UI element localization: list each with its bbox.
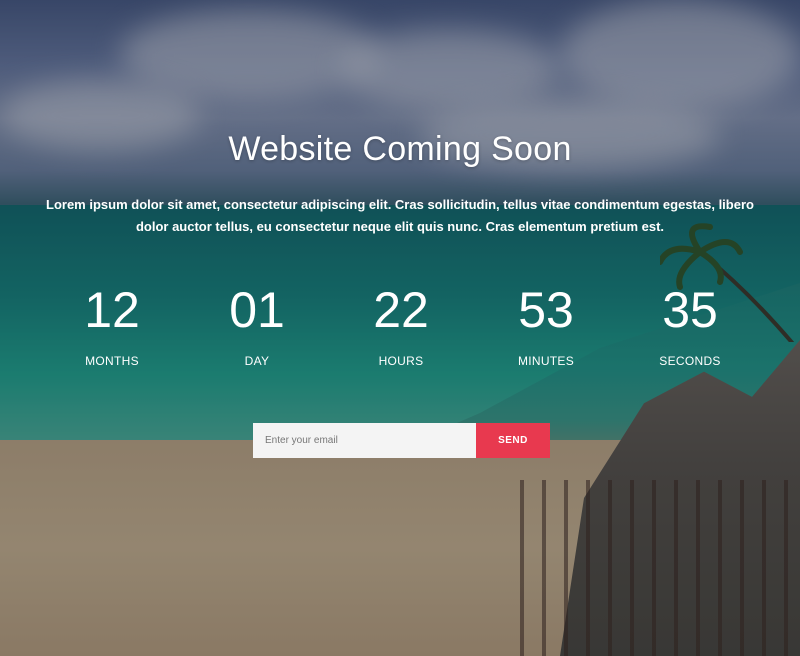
countdown-label: MINUTES xyxy=(517,354,575,368)
countdown-label: MONTHS xyxy=(85,354,139,368)
countdown-months: 12 MONTHS xyxy=(42,280,182,368)
countdown-label: SECONDS xyxy=(659,354,721,368)
main-content: Website Coming Soon Lorem ipsum dolor si… xyxy=(0,0,800,656)
countdown-value: 53 xyxy=(518,282,574,338)
countdown-hours: 22 HOURS xyxy=(331,280,471,368)
countdown-minutes: 53 MINUTES xyxy=(476,280,616,368)
countdown-value: 01 xyxy=(229,282,285,338)
countdown-value: 35 xyxy=(662,282,718,338)
subscribe-form: SEND xyxy=(253,423,550,458)
page-description: Lorem ipsum dolor sit amet, consectetur … xyxy=(46,197,754,234)
countdown-days: 01 DAY xyxy=(187,280,327,368)
countdown-label: HOURS xyxy=(378,354,424,368)
send-button[interactable]: SEND xyxy=(476,423,550,458)
page-title: Website Coming Soon xyxy=(228,130,572,168)
countdown-seconds: 35 SECONDS xyxy=(620,280,760,368)
countdown-value: 22 xyxy=(373,282,429,338)
countdown-timer: 12 MONTHS 01 DAY 22 HOURS 53 MINUTES 35 … xyxy=(40,280,762,380)
countdown-label: DAY xyxy=(244,354,270,368)
email-input[interactable] xyxy=(253,423,476,458)
countdown-value: 12 xyxy=(84,282,140,338)
